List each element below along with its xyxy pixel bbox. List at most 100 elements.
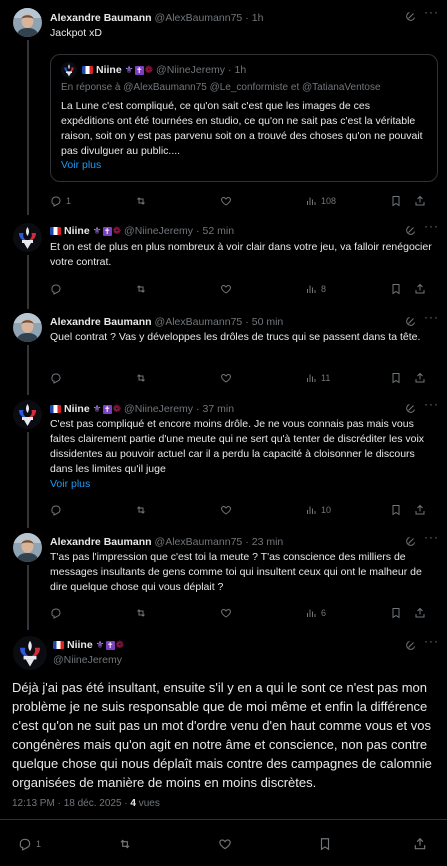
share-button[interactable] (414, 283, 434, 295)
like-button[interactable] (218, 837, 318, 851)
more-icon[interactable]: ··· (424, 530, 439, 544)
grok-icon[interactable] (405, 402, 417, 414)
separator-dot: · (196, 403, 200, 415)
bookmark-button[interactable] (390, 372, 414, 384)
more-icon[interactable]: ··· (424, 310, 439, 324)
author-name[interactable]: Alexandre Baumann (50, 12, 152, 24)
more-icon[interactable]: ··· (424, 219, 439, 233)
quote-author-handle: @NiineJeremy (156, 64, 226, 76)
retweet-icon (135, 372, 147, 384)
avatar[interactable] (13, 636, 47, 670)
tweet-alex-1[interactable]: Alexandre Baumann @AlexBaumann75 · 1h ··… (0, 0, 447, 215)
timestamp[interactable]: 50 min (252, 316, 284, 328)
separator-dot: · (245, 12, 249, 24)
author-handle[interactable]: @AlexBaumann75 (155, 536, 243, 548)
avatar[interactable] (13, 223, 42, 252)
views-count: 10 (321, 505, 332, 515)
quote-avatar (61, 62, 77, 78)
views-button[interactable]: 108 (305, 195, 390, 207)
share-button[interactable] (414, 607, 434, 619)
share-button[interactable] (414, 504, 434, 516)
retweet-button[interactable] (135, 607, 220, 619)
like-button[interactable] (220, 504, 305, 516)
tweet-niine-1[interactable]: Niine ⚜ ✝ ❁ @NiineJeremy · 52 min ··· Et o… (0, 215, 447, 309)
bookmark-button[interactable] (390, 195, 414, 207)
like-button[interactable] (220, 195, 305, 207)
tweet-niine-2[interactable]: Niine ⚜ ✝ ❁ @NiineJeremy · 37 min ··· C'es… (0, 395, 447, 528)
bookmark-button[interactable] (390, 607, 414, 619)
more-icon[interactable]: ··· (424, 634, 439, 648)
timestamp[interactable]: 23 min (252, 536, 284, 548)
retweet-button[interactable] (135, 372, 220, 384)
cross-icon: ✝ (102, 404, 112, 414)
fleur-de-lis-icon: ⚜ (92, 225, 102, 237)
author-name[interactable]: Alexandre Baumann (50, 536, 152, 548)
like-button[interactable] (220, 607, 305, 619)
grok-icon[interactable] (405, 535, 417, 547)
show-more-link[interactable]: Voir plus (61, 159, 101, 171)
action-bar: 8 (50, 282, 438, 296)
grok-icon[interactable] (405, 639, 417, 651)
bookmark-button[interactable] (390, 283, 414, 295)
grok-icon[interactable] (405, 224, 417, 236)
thread-line (27, 255, 29, 309)
author-name[interactable]: Niine (67, 639, 93, 651)
author-name[interactable]: Niine (64, 403, 90, 415)
bookmark-button[interactable] (318, 837, 413, 851)
views-button[interactable]: 8 (305, 283, 390, 295)
avatar[interactable] (13, 400, 42, 429)
tweet-alex-2[interactable]: Alexandre Baumann @AlexBaumann75 · 50 mi… (0, 309, 447, 395)
like-button[interactable] (220, 372, 305, 384)
author-name[interactable]: Niine (64, 225, 90, 237)
more-icon[interactable]: ··· (424, 5, 439, 19)
reply-count: 1 (66, 196, 72, 206)
post-date[interactable]: 12:13 PM · 18 déc. 2025 · (12, 798, 130, 809)
author-handle[interactable]: @AlexBaumann75 (155, 316, 243, 328)
avatar[interactable] (13, 533, 42, 562)
avatar[interactable] (13, 8, 42, 37)
like-button[interactable] (220, 283, 305, 295)
reply-button[interactable]: 1 (18, 837, 118, 851)
show-more-link[interactable]: Voir plus (50, 477, 438, 492)
author-handle[interactable]: @NiineJeremy (124, 225, 193, 237)
share-button[interactable] (413, 837, 433, 851)
action-bar: 11 (50, 371, 438, 385)
views-button[interactable]: 10 (305, 504, 390, 516)
author-handle[interactable]: @NiineJeremy (53, 654, 122, 666)
share-icon (413, 837, 427, 851)
retweet-button[interactable] (118, 837, 218, 851)
avatar[interactable] (13, 313, 42, 342)
bookmark-icon (390, 283, 402, 295)
grok-icon[interactable] (405, 10, 417, 22)
thread-line (27, 565, 29, 630)
views-button[interactable]: 11 (305, 372, 390, 384)
reply-icon (50, 195, 62, 207)
reply-button[interactable] (50, 504, 135, 516)
timestamp[interactable]: 1h (252, 12, 264, 24)
reply-count: 1 (36, 839, 42, 849)
retweet-button[interactable] (135, 504, 220, 516)
fleur-de-lis-icon: ⚜ (95, 639, 105, 651)
share-button[interactable] (414, 372, 434, 384)
author-handle[interactable]: @NiineJeremy (124, 403, 193, 415)
quoted-tweet[interactable]: Niine ⚜ ✝ ❁ @NiineJeremy · 1h En réponse à… (50, 54, 438, 182)
tweet-alex-3[interactable]: Alexandre Baumann @AlexBaumann75 · 23 mi… (0, 528, 447, 630)
share-button[interactable] (414, 195, 434, 207)
reply-button[interactable] (50, 372, 135, 384)
views-icon (305, 283, 317, 295)
timestamp[interactable]: 52 min (203, 225, 235, 237)
views-label: vues (135, 798, 160, 809)
grok-icon[interactable] (405, 315, 417, 327)
author-name[interactable]: Alexandre Baumann (50, 316, 152, 328)
reply-button[interactable] (50, 283, 135, 295)
views-button[interactable]: 6 (305, 607, 390, 619)
retweet-button[interactable] (135, 283, 220, 295)
author-handle[interactable]: @AlexBaumann75 (155, 12, 243, 24)
timestamp[interactable]: 37 min (203, 403, 235, 415)
reply-button[interactable] (50, 607, 135, 619)
bookmark-button[interactable] (390, 504, 414, 516)
retweet-button[interactable] (135, 195, 220, 207)
reply-button[interactable]: 1 (50, 195, 135, 207)
retweet-icon (118, 837, 132, 851)
more-icon[interactable]: ··· (424, 397, 439, 411)
